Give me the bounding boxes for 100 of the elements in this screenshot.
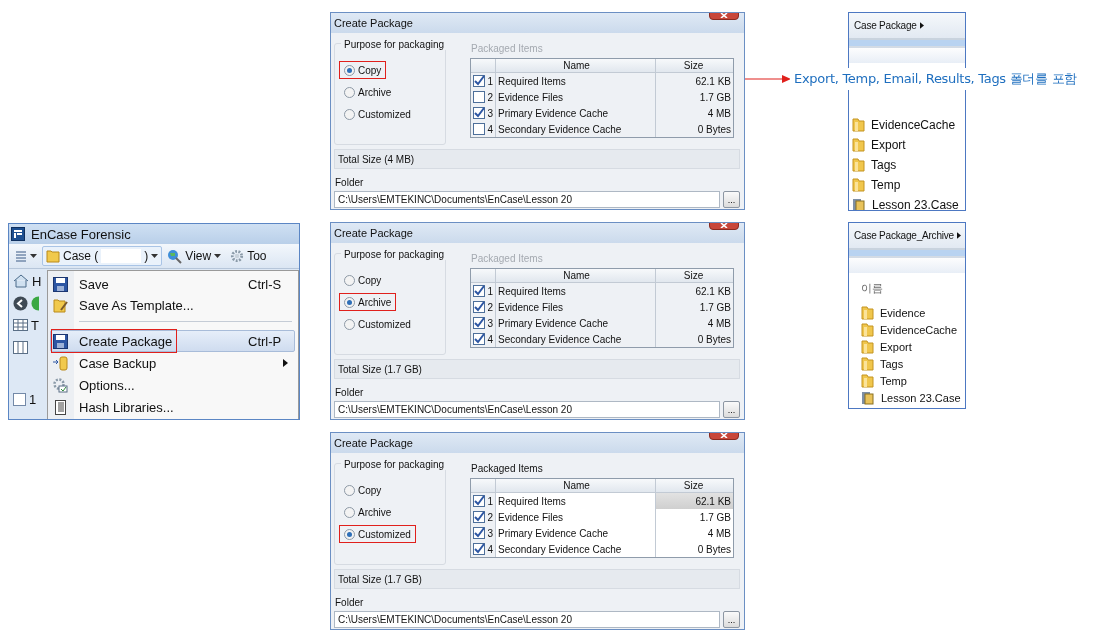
file-name[interactable]: Temp	[880, 374, 907, 387]
menu-item[interactable]: Save Ctrl-S	[50, 273, 295, 295]
back-icon[interactable]	[13, 295, 28, 311]
checkbox[interactable]	[473, 91, 486, 103]
table-cell: Secondary Evidence Cache	[496, 121, 656, 137]
browse-button[interactable]: ...	[723, 401, 740, 418]
submenu-arrow-icon	[283, 359, 288, 367]
app-icon	[11, 227, 25, 241]
folder-path-field[interactable]: C:\Users\EMTEKINC\Documents\EnCase\Lesson 20	[334, 611, 720, 628]
total-size-bar: Total Size (1.7 GB)	[334, 359, 740, 379]
home-tab-label[interactable]: H	[32, 273, 42, 289]
checkbox[interactable]	[473, 75, 486, 87]
checkbox[interactable]	[473, 527, 486, 539]
row-number: 4	[487, 123, 493, 135]
globe-magnifier-icon	[167, 248, 183, 264]
browse-button[interactable]: ...	[723, 611, 740, 628]
group-label: Purpose for packaging	[341, 249, 448, 260]
checkbox[interactable]	[13, 392, 26, 406]
file-name[interactable]: Lesson 23.Case	[881, 391, 961, 404]
radio-option[interactable]: Copy	[339, 481, 387, 499]
column-header[interactable]: Size	[656, 479, 733, 492]
checkbox[interactable]	[473, 543, 486, 555]
column-header[interactable]: Size	[656, 59, 733, 72]
column-header[interactable]: Name	[496, 479, 656, 492]
table-cell-text: 0 Bytes	[696, 332, 732, 347]
window-title: EnCase Forensic	[31, 226, 131, 242]
menu-item[interactable]: Save As Template...	[50, 295, 295, 330]
grid-icon[interactable]	[13, 340, 28, 354]
file-name[interactable]: Tags	[880, 357, 904, 370]
browse-button[interactable]: ...	[723, 191, 740, 208]
file-name[interactable]: Export	[871, 138, 906, 152]
table-cell: 0 Bytes	[656, 541, 733, 557]
column-header[interactable]: Size	[656, 269, 733, 282]
row-number: 3	[487, 107, 493, 119]
caret-icon	[214, 254, 222, 258]
radio-option[interactable]: Archive	[339, 83, 397, 101]
table-cell: Primary Evidence Cache	[496, 315, 656, 331]
folder-icon	[861, 339, 874, 354]
file-name[interactable]: Temp	[871, 178, 901, 192]
close-button[interactable]	[709, 13, 739, 20]
checkbox[interactable]	[473, 107, 486, 119]
case-menu-button[interactable]: Case ( )	[42, 246, 163, 266]
table-cell-text: 62.1 KB	[694, 74, 732, 89]
checkbox[interactable]	[473, 317, 486, 329]
close-button[interactable]	[709, 433, 739, 440]
row-number: 2	[487, 511, 493, 523]
radio-option[interactable]: Customized	[339, 315, 416, 333]
packaged-items-label: Packaged Items	[471, 253, 543, 264]
file-name[interactable]: Lesson 23.Case	[872, 198, 959, 210]
close-button[interactable]	[709, 223, 739, 230]
column-header[interactable]: Name	[496, 59, 656, 72]
table-cell: Required Items	[496, 493, 656, 509]
chevron-icon	[956, 232, 961, 239]
radio-option[interactable]: Copy	[339, 271, 387, 289]
checkbox[interactable]	[473, 123, 486, 135]
group-label: Purpose for packaging	[341, 459, 448, 470]
checkbox[interactable]	[473, 495, 486, 507]
folder-label: Folder	[335, 387, 364, 398]
folder-icon	[861, 356, 874, 371]
file-name[interactable]: EvidenceCache	[871, 118, 956, 132]
folder-icon	[46, 249, 60, 263]
radio-option[interactable]: Customized	[339, 105, 416, 123]
table-cell: Required Items	[496, 283, 656, 299]
home-icon[interactable]	[13, 274, 29, 288]
tab-label[interactable]: T	[31, 317, 39, 333]
tools-menu-button[interactable]: Too	[226, 246, 271, 266]
column-header[interactable]: 이름	[861, 281, 965, 296]
menu-item[interactable]: Hash Libraries...	[50, 396, 295, 418]
radio-option[interactable]: Archive	[339, 503, 397, 521]
row-number: 2	[487, 91, 493, 103]
file-name[interactable]: Export	[880, 340, 912, 353]
view-menu-button[interactable]: View	[163, 245, 226, 267]
column-header[interactable]: Name	[496, 269, 656, 282]
file-name[interactable]: Evidence	[880, 306, 926, 319]
table-cell: Secondary Evidence Cache	[496, 331, 656, 347]
table-cell-text: 4 MB	[706, 316, 732, 331]
close-icon	[720, 223, 728, 228]
folder-path-field[interactable]: C:\Users\EMTEKINC\Documents\EnCase\Lesson 20	[334, 191, 720, 208]
radio-option[interactable]: Customized	[339, 525, 416, 543]
caret-icon	[151, 254, 159, 258]
table-cell: 62.1 KB	[656, 493, 733, 509]
file-name[interactable]: EvidenceCache	[880, 323, 958, 336]
checkbox[interactable]	[473, 333, 486, 345]
file-name[interactable]: Tags	[871, 158, 897, 172]
packaged-items-label: Packaged Items	[471, 43, 543, 54]
folder-path-field[interactable]: C:\Users\EMTEKINC\Documents\EnCase\Lesson 20	[334, 401, 720, 418]
caret-icon	[30, 254, 37, 258]
total-size-bar: Total Size (4 MB)	[334, 149, 740, 169]
checkbox[interactable]	[473, 301, 486, 313]
menu-item[interactable]: Options...	[50, 374, 295, 396]
row-number: 1	[487, 75, 493, 87]
radio-option[interactable]: Copy	[339, 61, 387, 79]
menu-item[interactable]: Create Package Ctrl-P	[50, 330, 295, 352]
radio-option[interactable]: Archive	[339, 293, 397, 311]
checkbox[interactable]	[473, 285, 486, 297]
close-icon	[720, 433, 728, 438]
table-cell: Primary Evidence Cache	[496, 525, 656, 541]
folder-pencil-icon	[53, 298, 68, 313]
checkbox[interactable]	[473, 511, 486, 523]
menu-item[interactable]: Case Backup	[50, 352, 295, 374]
